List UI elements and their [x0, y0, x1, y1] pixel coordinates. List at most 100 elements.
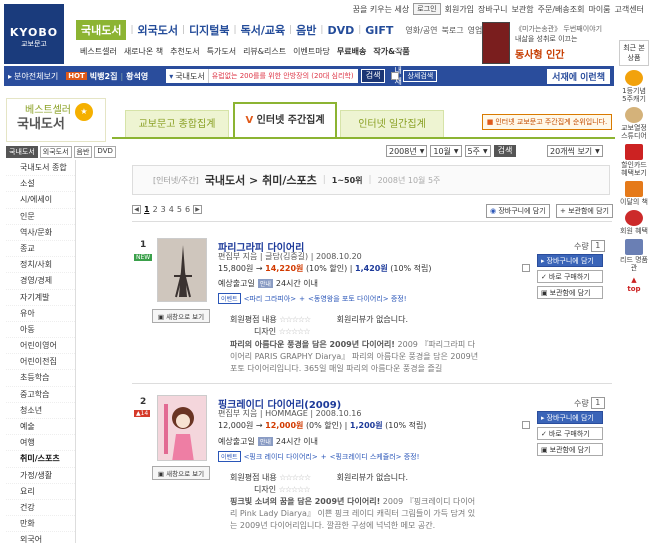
year-select[interactable]: 2008년 ▼ [386, 145, 428, 157]
subnav-freeship[interactable]: 무료배송 [337, 46, 366, 57]
rail-item-2[interactable]: 교보열정 스튜디어 [619, 107, 649, 140]
item-checkbox-2[interactable] [522, 421, 530, 429]
search-scope-select[interactable]: ▾ 국내도서 [166, 69, 208, 83]
category-item[interactable]: 만화 [6, 516, 75, 533]
subnav-bestseller[interactable]: 베스트셀러 [80, 46, 117, 57]
category-item[interactable]: 청소년 [6, 403, 75, 419]
gnb-movie[interactable]: 영화/공연 [405, 25, 437, 36]
category-item[interactable]: 종교 [6, 241, 75, 258]
rail-top[interactable]: ▲ top [619, 276, 649, 292]
search-within-checkbox[interactable]: 결과내재검색 [391, 44, 402, 108]
category-item-active[interactable]: 취미/스포츠 [6, 451, 75, 468]
add-cart-button-2[interactable]: ▸ 장바구니에 담기 [537, 411, 603, 424]
util-link-cs[interactable]: 고객센터 [615, 4, 644, 15]
ship-info-badge[interactable]: 안내 [257, 437, 273, 446]
keep-button-2[interactable]: ▣ 보관함에 담기 [537, 443, 603, 456]
per-page-select[interactable]: 20개씩 보기 ▼ [547, 145, 603, 157]
category-item[interactable]: 소설 [6, 176, 75, 193]
buy-now-button-1[interactable]: ✓ 바로 구매하기 [537, 270, 603, 283]
ltab-dvd[interactable]: DVD [94, 146, 116, 158]
month-select[interactable]: 10월 ▼ [430, 145, 462, 157]
rail-item-3[interactable]: 할인카드 혜택보기 [619, 144, 649, 177]
gnb-booklog[interactable]: 북로그 [442, 25, 464, 36]
detail-search-button[interactable]: 상세검색 [403, 70, 438, 82]
category-item[interactable]: 시/에세이 [6, 192, 75, 209]
category-item[interactable]: 여행 [6, 435, 75, 452]
gnb-music[interactable]: 음반 [296, 22, 316, 38]
search-button[interactable]: 검색 [360, 69, 386, 83]
page-link[interactable]: 3 [161, 205, 166, 214]
gnb-domestic[interactable]: 국내도서 [76, 20, 127, 40]
category-item[interactable]: 역사/문화 [6, 225, 75, 241]
hot-keyword-1[interactable]: 빅뱅2집 [90, 71, 118, 82]
subnav-new[interactable]: 새로나온 책 [124, 46, 163, 57]
category-item[interactable]: 아동 [6, 322, 75, 339]
add-cart-button-1[interactable]: ▸ 장바구니에 담기 [537, 254, 603, 267]
category-item[interactable]: 예술 [6, 419, 75, 436]
category-item[interactable]: 어린이전집 [6, 354, 75, 371]
zoom-button-1[interactable]: ▣ 새창으로 보기 [152, 309, 210, 323]
period-search-button[interactable]: 검색 [493, 145, 517, 157]
page-current[interactable]: 1 [144, 205, 150, 214]
util-link-join[interactable]: 회원가입 [445, 4, 474, 15]
category-item[interactable]: 경영/경제 [6, 273, 75, 290]
book-cover-2[interactable] [157, 395, 207, 461]
category-item[interactable]: 국내도서 종합 [6, 160, 75, 177]
category-item[interactable]: 정치/사회 [6, 257, 75, 274]
rail-item-5[interactable]: 회원 혜택 [619, 210, 649, 235]
subnav-review[interactable]: 리뷰&리스트 [243, 46, 286, 57]
tab-daily[interactable]: 인터넷 일간집계 [340, 110, 444, 138]
util-link-order[interactable]: 주문/배송조회 [538, 4, 585, 15]
category-item[interactable]: 초등학습 [6, 370, 75, 387]
item-checkbox-1[interactable] [522, 264, 530, 272]
rail-item-4[interactable]: 이달의 책 [619, 181, 649, 206]
book-cover-1[interactable] [157, 238, 207, 302]
shelf-button[interactable]: 서재에 이런책 [547, 68, 610, 84]
qty-input[interactable]: 1 [590, 397, 605, 409]
page-link[interactable]: 2 [153, 205, 158, 214]
tab-weekly[interactable]: V 인터넷 주간집계 [233, 102, 337, 138]
all-category-link[interactable]: 분야전체보기 [14, 71, 58, 82]
category-item[interactable]: 자기계발 [6, 290, 75, 306]
ltab-domestic[interactable]: 국내도서 [6, 146, 38, 158]
rail-item-1[interactable]: 1등기념 5주캐기 [619, 70, 649, 103]
category-item[interactable]: 요리 [6, 484, 75, 500]
page-link[interactable]: 6 [185, 205, 190, 214]
category-item[interactable]: 건강 [6, 500, 75, 517]
page-link[interactable]: 5 [177, 205, 182, 214]
category-item[interactable]: 가정/생활 [6, 468, 75, 484]
buy-now-button-2[interactable]: ✓ 바로 구매하기 [537, 427, 603, 440]
prev-page-icon[interactable]: ◀ [132, 205, 141, 214]
tab-overall[interactable]: 교보문고 종합집계 [125, 110, 229, 138]
util-link-cart[interactable]: 장바구니 [478, 4, 507, 15]
category-item[interactable]: 중고학습 [6, 387, 75, 403]
next-page-icon[interactable]: ▶ [193, 205, 203, 214]
item-event-2[interactable]: 이벤트 <핑크 레이디 다이어리> + <핑크레이디 스케쥴러> 증정! [218, 451, 419, 462]
page-link[interactable]: 4 [169, 205, 174, 214]
ltab-foreign[interactable]: 외국도서 [39, 146, 72, 158]
item-event-1[interactable]: 이벤트 <파리 그라피아> + <동영왕을 포토 다이어리> 증정! [218, 293, 407, 304]
week-select[interactable]: 5주 ▼ [464, 145, 491, 157]
gnb-foreign[interactable]: 외국도서 [138, 22, 178, 38]
util-link-myroom[interactable]: 마이룸 [588, 4, 610, 15]
ltab-music[interactable]: 음반 [73, 146, 93, 158]
category-item[interactable]: 인문 [6, 209, 75, 225]
subnav-recommend[interactable]: 추천도서 [170, 46, 199, 57]
gnb-education[interactable]: 독서/교육 [241, 22, 286, 38]
qty-input[interactable]: 1 [590, 240, 605, 252]
recent-items[interactable]: 최근 본 상품 [619, 40, 649, 66]
keep-button-1[interactable]: ▣ 보관함에 담기 [537, 286, 603, 299]
subnav-event[interactable]: 이벤트마당 [293, 46, 330, 57]
category-item[interactable]: 외국어 [6, 532, 75, 543]
zoom-button-2[interactable]: ▣ 새창으로 보기 [152, 466, 210, 480]
category-item[interactable]: 유아 [6, 306, 75, 322]
cart-all-button[interactable]: ◉ 장바구니에 담기 [486, 204, 550, 218]
keep-all-button[interactable]: + 보관함에 담기 [556, 204, 613, 218]
gnb-gift[interactable]: GIFT [365, 24, 393, 37]
util-link-keep[interactable]: 보관함 [512, 4, 534, 15]
subnav-author[interactable]: 작가&작품 [373, 46, 409, 57]
rail-item-6[interactable]: 리드 명품관 [619, 239, 649, 272]
kyobo-logo[interactable]: KYOBO 교보문고 [4, 4, 64, 64]
category-item[interactable]: 어린이영어 [6, 338, 75, 355]
gnb-digital[interactable]: 디지털북 [189, 22, 229, 38]
